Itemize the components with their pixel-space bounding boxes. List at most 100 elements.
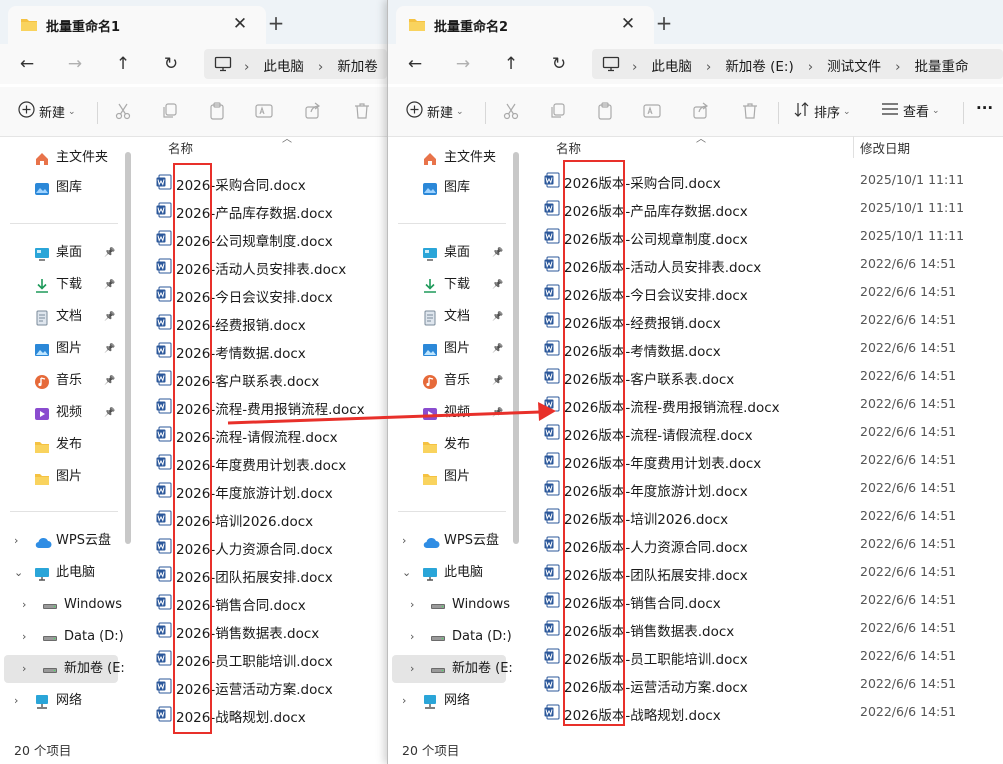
delete-icon[interactable] xyxy=(352,101,374,123)
forward-arrow-icon[interactable]: → xyxy=(62,51,88,77)
delete-icon[interactable] xyxy=(740,101,762,123)
sidebar-item[interactable]: 图库 xyxy=(6,174,118,202)
sidebar-item[interactable]: 图片 📌 xyxy=(6,335,118,363)
breadcrumb-item[interactable]: 新加卷 xyxy=(337,59,378,75)
pin-icon[interactable]: 📌 xyxy=(492,399,503,427)
rename-icon[interactable] xyxy=(254,101,276,123)
refresh-icon[interactable]: ↻ xyxy=(158,51,184,77)
column-header-name[interactable]: 名称 ︿ xyxy=(556,134,706,158)
new-tab-button[interactable]: + xyxy=(262,10,290,36)
column-header-date[interactable]: 修改日期 xyxy=(860,138,910,158)
tree-item[interactable]: › 网络 xyxy=(392,687,506,715)
breadcrumb-item[interactable]: 此电脑 xyxy=(651,59,692,75)
back-arrow-icon[interactable]: ← xyxy=(14,51,40,77)
sort-button[interactable]: 排序 ⌄ xyxy=(793,101,851,123)
sidebar-item[interactable]: 主文件夹 xyxy=(6,144,118,172)
close-tab-icon[interactable]: ✕ xyxy=(618,14,638,34)
sidebar-item[interactable]: 视频 📌 xyxy=(394,399,506,427)
share-icon[interactable] xyxy=(303,101,325,123)
forward-arrow-icon[interactable]: → xyxy=(450,51,476,77)
breadcrumb-item[interactable]: 测试文件 xyxy=(827,59,881,75)
sidebar-item[interactable]: 发布 xyxy=(394,431,506,459)
tree-item[interactable]: ⌄ 此电脑 xyxy=(4,559,118,587)
rename-icon[interactable] xyxy=(642,101,664,123)
sidebar-item[interactable]: 主文件夹 xyxy=(394,144,506,172)
sidebar-item[interactable]: 桌面 📌 xyxy=(394,239,506,267)
cut-icon[interactable] xyxy=(113,101,135,123)
up-arrow-icon[interactable]: ↑ xyxy=(110,51,136,77)
sidebar-item[interactable]: 图片 xyxy=(394,463,506,491)
chevron-icon[interactable]: › xyxy=(22,591,26,619)
cut-icon[interactable] xyxy=(501,101,523,123)
address-bar[interactable]: › 此电脑 › 新加卷 xyxy=(204,49,387,79)
close-tab-icon[interactable]: ✕ xyxy=(230,14,250,34)
chevron-icon[interactable]: ⌄ xyxy=(402,559,411,587)
sidebar-scrollbar[interactable] xyxy=(125,152,131,544)
chevron-icon[interactable]: ⌄ xyxy=(14,559,23,587)
breadcrumb-item[interactable]: 此电脑 xyxy=(263,59,304,75)
tree-item[interactable]: › Windows xyxy=(4,591,122,619)
breadcrumb-item[interactable]: 新加卷 (E:) xyxy=(725,59,793,75)
sidebar-item[interactable]: 图片 📌 xyxy=(394,335,506,363)
tree-item[interactable]: › WPS云盘 xyxy=(392,527,506,555)
new-button[interactable]: 新建 ⌄ xyxy=(18,101,76,123)
chevron-icon[interactable]: › xyxy=(14,527,18,555)
chevron-icon[interactable]: › xyxy=(402,687,406,715)
refresh-icon[interactable]: ↻ xyxy=(546,51,572,77)
pin-icon[interactable]: 📌 xyxy=(492,239,503,267)
copy-icon[interactable] xyxy=(548,101,570,123)
view-button[interactable]: 查看 ⌄ xyxy=(881,101,940,123)
pin-icon[interactable]: 📌 xyxy=(492,271,503,299)
chevron-icon[interactable]: › xyxy=(22,655,26,683)
pin-icon[interactable]: 📌 xyxy=(104,271,115,299)
new-tab-button[interactable]: + xyxy=(650,10,678,36)
chevron-icon[interactable]: › xyxy=(22,623,26,651)
tab-batch-rename-2[interactable]: 批量重命名2 ✕ xyxy=(396,6,654,44)
sidebar-item[interactable]: 视频 📌 xyxy=(6,399,118,427)
sidebar-item[interactable]: 文档 📌 xyxy=(394,303,506,331)
share-icon[interactable] xyxy=(691,101,713,123)
tree-item[interactable]: › Data (D:) xyxy=(4,623,124,651)
paste-icon[interactable] xyxy=(595,101,617,123)
tree-item[interactable]: › 网络 xyxy=(4,687,118,715)
sidebar-item[interactable]: 桌面 📌 xyxy=(6,239,118,267)
pin-icon[interactable]: 📌 xyxy=(104,399,115,427)
tree-item[interactable]: › Data (D:) xyxy=(392,623,512,651)
tab-batch-rename-1[interactable]: 批量重命名1 ✕ xyxy=(8,6,266,44)
sidebar-item[interactable]: 音乐 📌 xyxy=(394,367,506,395)
pin-icon[interactable]: 📌 xyxy=(104,367,115,395)
pin-icon[interactable]: 📌 xyxy=(104,303,115,331)
sidebar-item[interactable]: 音乐 📌 xyxy=(6,367,118,395)
pin-icon[interactable]: 📌 xyxy=(492,303,503,331)
new-button[interactable]: 新建 ⌄ xyxy=(406,101,464,123)
sidebar-item[interactable]: 图库 xyxy=(394,174,506,202)
address-bar[interactable]: › 此电脑 › 新加卷 (E:) › 测试文件 › 批量重命 xyxy=(592,49,1003,79)
chevron-icon[interactable]: › xyxy=(14,687,18,715)
sidebar-item[interactable]: 下载 📌 xyxy=(6,271,118,299)
tree-item[interactable]: ⌄ 此电脑 xyxy=(392,559,506,587)
sidebar-item[interactable]: 发布 xyxy=(6,431,118,459)
chevron-icon[interactable]: › xyxy=(410,591,414,619)
copy-icon[interactable] xyxy=(160,101,182,123)
up-arrow-icon[interactable]: ↑ xyxy=(498,51,524,77)
chevron-icon[interactable]: › xyxy=(410,655,414,683)
chevron-icon[interactable]: › xyxy=(402,527,406,555)
pin-icon[interactable]: 📌 xyxy=(104,239,115,267)
pin-icon[interactable]: 📌 xyxy=(104,335,115,363)
pin-icon[interactable]: 📌 xyxy=(492,367,503,395)
tree-item[interactable]: › WPS云盘 xyxy=(4,527,118,555)
pin-icon[interactable]: 📌 xyxy=(492,335,503,363)
sidebar-item[interactable]: 图片 xyxy=(6,463,118,491)
more-options-button[interactable]: ··· xyxy=(976,99,993,121)
tree-item[interactable]: › 新加卷 (E: xyxy=(392,655,513,683)
tree-item[interactable]: › Windows xyxy=(392,591,510,619)
column-header-name[interactable]: 名称 ︿ xyxy=(168,134,292,158)
chevron-icon[interactable]: › xyxy=(410,623,414,651)
paste-icon[interactable] xyxy=(207,101,229,123)
breadcrumb-item[interactable]: 批量重命 xyxy=(915,59,969,75)
sidebar-item[interactable]: 文档 📌 xyxy=(6,303,118,331)
sidebar-item[interactable]: 下载 📌 xyxy=(394,271,506,299)
sidebar-scrollbar[interactable] xyxy=(513,152,519,544)
back-arrow-icon[interactable]: ← xyxy=(402,51,428,77)
tree-item[interactable]: › 新加卷 (E: xyxy=(4,655,125,683)
